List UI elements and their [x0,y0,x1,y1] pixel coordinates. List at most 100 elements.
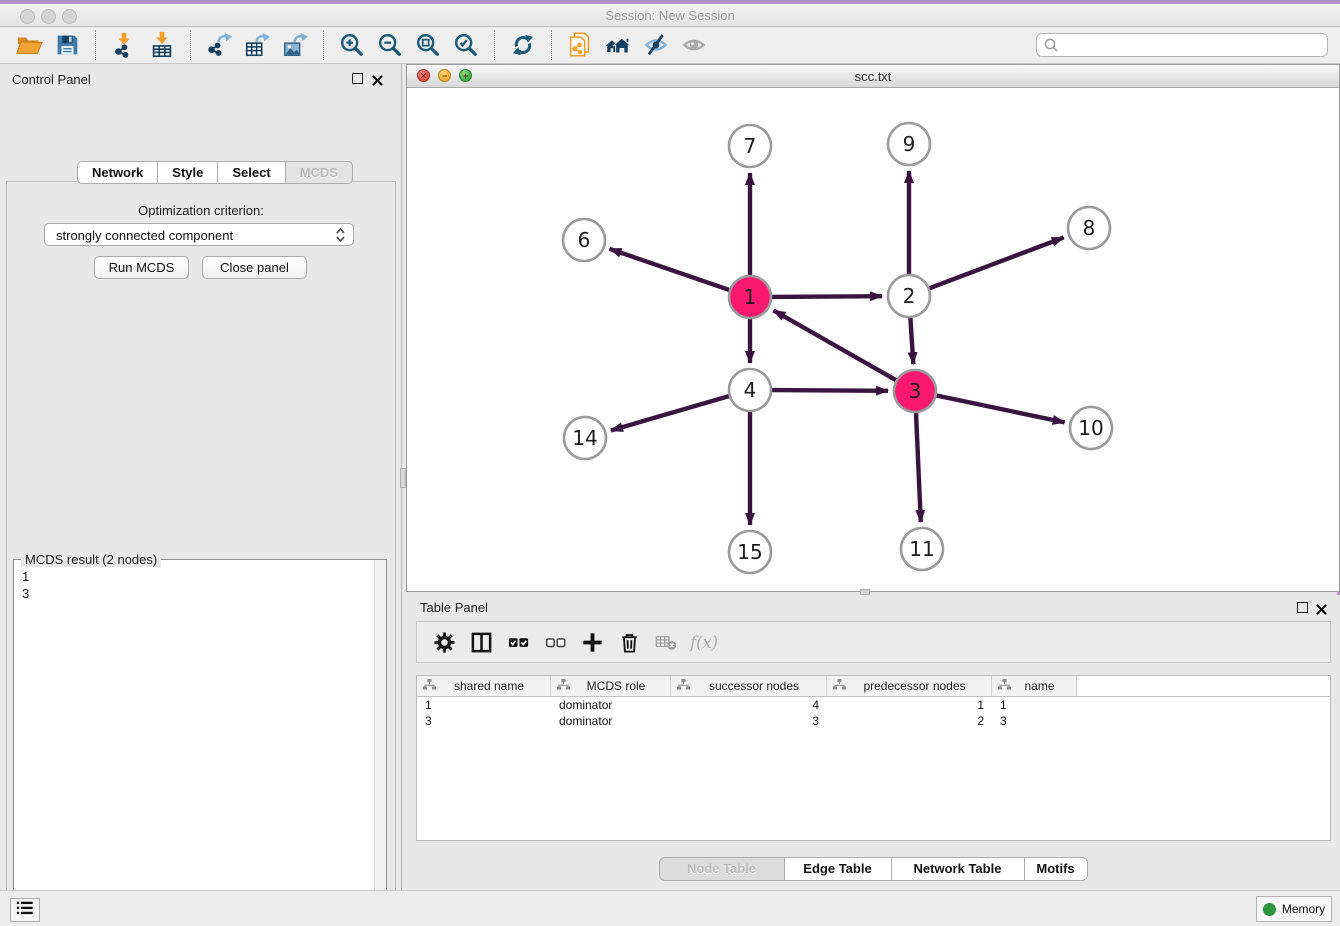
edge-4-3[interactable] [772,390,888,391]
table-float-panel-icon[interactable] [1297,602,1308,613]
column-button[interactable] [466,627,496,657]
graph-node-8[interactable]: 8 [1068,207,1110,249]
svg-text:11: 11 [909,537,934,561]
toolbar-separator [551,30,552,60]
result-scrollbar[interactable] [374,560,386,926]
hide-eye-button[interactable] [639,29,673,61]
memory-button[interactable]: Memory [1256,896,1332,922]
svg-text:1: 1 [744,285,757,309]
tab-edge-table[interactable]: Edge Table [784,857,891,881]
select-all-button[interactable] [503,627,533,657]
tab-network[interactable]: Network [77,161,157,184]
open-folder-button[interactable] [12,29,46,61]
graph-node-7[interactable]: 7 [729,125,771,167]
table-cell[interactable]: 2 [827,713,992,729]
export-image-button[interactable] [278,29,312,61]
deselect-all-button[interactable] [540,627,570,657]
edge-3-11[interactable] [916,413,921,522]
network-view-title: scc.txt [407,69,1339,84]
column-header-shared-name[interactable]: shared name [417,676,551,696]
network-graph[interactable]: 1 2 3 4 6 7 8 9 10 11 14 15 [407,88,1339,591]
show-eye-button[interactable] [677,29,711,61]
graph-node-1[interactable]: 1 [729,276,771,318]
gear-button[interactable] [429,627,459,657]
svg-text:8: 8 [1083,216,1096,240]
table-cell[interactable]: 3 [417,713,551,729]
table-row[interactable]: 1dominator411 [417,697,1330,713]
edge-2-8[interactable] [930,238,1064,289]
tab-node-table[interactable]: Node Table [659,857,784,881]
zoom-fit-button[interactable] [411,29,445,61]
titlebar: Session: New Session [0,4,1340,27]
refresh-button[interactable] [506,29,540,61]
graph-node-15[interactable]: 15 [729,531,771,573]
delete-column-button[interactable] [651,627,681,657]
table-cell[interactable]: 1 [827,697,992,713]
table-panel-title: Table Panel [420,600,488,615]
function-button[interactable]: f(x) [688,627,718,657]
graph-node-11[interactable]: 11 [901,528,943,570]
toolbar-separator [323,30,324,60]
column-header-MCDS-role[interactable]: MCDS role [551,676,671,696]
tab-mcds[interactable]: MCDS [285,161,353,184]
column-header-predecessor-nodes[interactable]: predecessor nodes [827,676,992,696]
float-panel-icon[interactable] [352,73,363,84]
task-history-button[interactable] [10,898,40,922]
mcds-result-line: 3 [22,585,29,602]
criterion-select[interactable]: strongly connected component [44,223,354,246]
table-cell[interactable]: dominator [551,697,671,713]
column-header-name[interactable]: name [992,676,1077,696]
tab-select[interactable]: Select [217,161,284,184]
tab-network-table[interactable]: Network Table [891,857,1024,881]
search-input[interactable] [1036,33,1328,57]
main-toolbar-groups [10,29,713,61]
network-titlebar: ✕ − + scc.txt [407,65,1339,88]
edge-1-2[interactable] [772,296,882,297]
mcds-result-line: 1 [22,568,29,585]
table-cell[interactable]: 3 [992,713,1077,729]
control-panel: Control Panel NetworkStyleSelectMCDS Opt… [0,64,402,890]
table-close-panel-icon[interactable] [1316,602,1327,613]
run-mcds-button[interactable]: Run MCDS [94,256,189,279]
export-table-button[interactable] [240,29,274,61]
network-document-button[interactable] [563,29,597,61]
edge-3-1[interactable] [774,310,896,380]
close-panel-button[interactable]: Close panel [202,256,307,279]
delete-button[interactable] [614,627,644,657]
table-cell[interactable]: 1 [992,697,1077,713]
add-button[interactable] [577,627,607,657]
tab-motifs[interactable]: Motifs [1024,857,1088,881]
graph-node-4[interactable]: 4 [729,369,771,411]
table-cell[interactable]: 4 [671,697,827,713]
network-canvas[interactable]: 1 2 3 4 6 7 8 9 10 11 14 15 [407,88,1339,591]
export-network-button[interactable] [202,29,236,61]
edge-2-3[interactable] [910,318,913,364]
import-table-button[interactable] [145,29,179,61]
edge-1-6[interactable] [610,249,730,290]
graph-node-10[interactable]: 10 [1070,407,1112,449]
svg-text:9: 9 [903,132,916,156]
hierarchy-icon [557,679,570,693]
tab-style[interactable]: Style [157,161,217,184]
save-button[interactable] [50,29,84,61]
edge-4-14[interactable] [611,396,729,430]
toolbar-separator [95,30,96,60]
zoom-selected-button[interactable] [449,29,483,61]
graph-node-2[interactable]: 2 [888,275,930,317]
home-button[interactable] [601,29,635,61]
table-cell[interactable]: dominator [551,713,671,729]
table-row[interactable]: 3dominator323 [417,713,1330,729]
hierarchy-icon [423,679,436,693]
zoom-in-button[interactable] [335,29,369,61]
table-cell[interactable]: 1 [417,697,551,713]
graph-node-9[interactable]: 9 [888,123,930,165]
table-cell[interactable]: 3 [671,713,827,729]
import-network-button[interactable] [107,29,141,61]
column-header-successor-nodes[interactable]: successor nodes [671,676,827,696]
edge-3-10[interactable] [937,396,1065,423]
close-panel-icon[interactable] [372,73,383,84]
zoom-out-button[interactable] [373,29,407,61]
graph-node-3[interactable]: 3 [894,370,936,412]
graph-node-14[interactable]: 14 [564,417,606,459]
graph-node-6[interactable]: 6 [563,219,605,261]
